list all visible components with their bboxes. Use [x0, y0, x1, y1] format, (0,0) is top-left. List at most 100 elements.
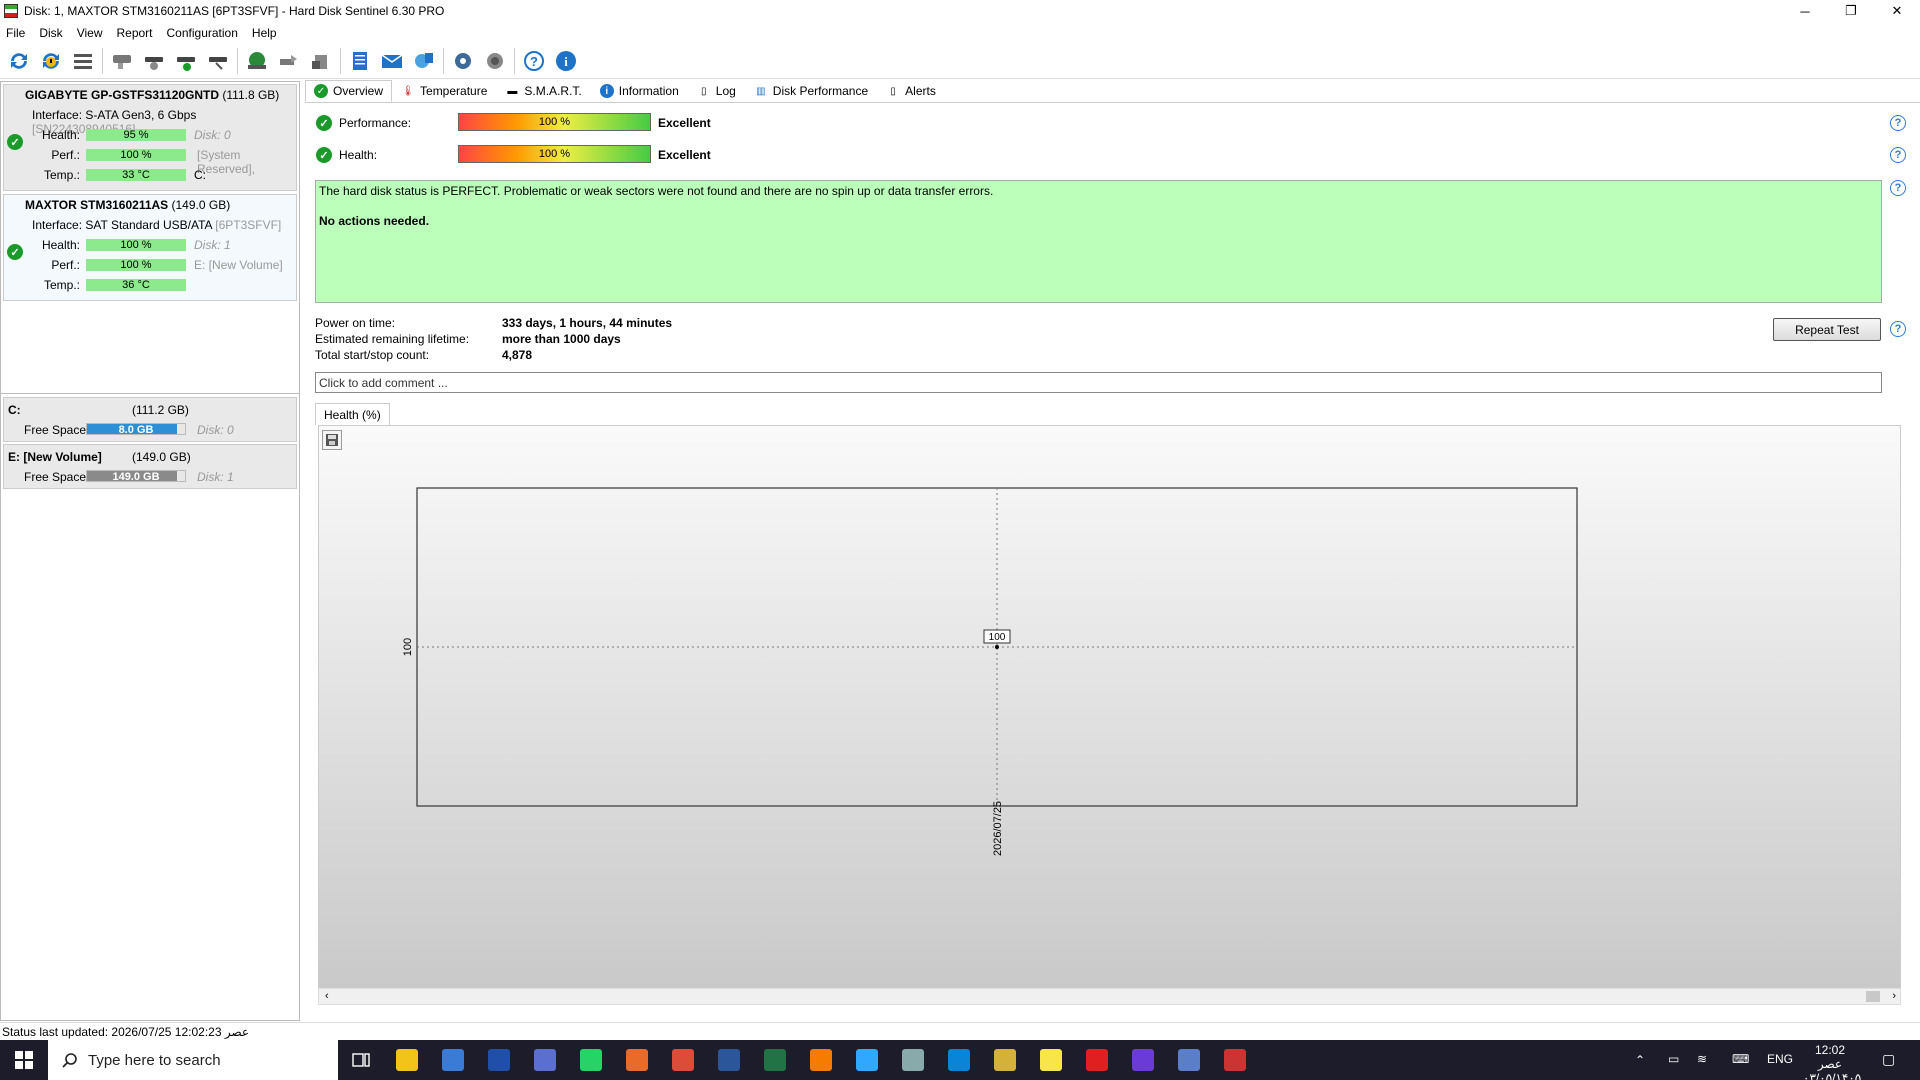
- disk-button-3[interactable]: [172, 47, 200, 75]
- remote-disk-icon: [280, 54, 297, 65]
- taskbar-app-5[interactable]: [614, 1040, 660, 1080]
- graph-scrollbar[interactable]: ‹ ›: [318, 988, 1901, 1005]
- health-rating: Excellent: [658, 148, 711, 162]
- disk-number: Disk: 1: [194, 238, 231, 252]
- taskbar-app-4[interactable]: [568, 1040, 614, 1080]
- report-button[interactable]: [346, 47, 374, 75]
- network-button[interactable]: [243, 47, 271, 75]
- taskbar-app-11[interactable]: [890, 1040, 936, 1080]
- app-icon: [856, 1049, 878, 1071]
- app-icon: [994, 1049, 1016, 1071]
- free-space-bar: 149.0 GB: [86, 470, 186, 483]
- taskbar-app-12[interactable]: [936, 1040, 982, 1080]
- taskbar-app-16[interactable]: [1120, 1040, 1166, 1080]
- network-icon[interactable]: ▭: [1668, 1052, 1679, 1066]
- help-icon[interactable]: ?: [1890, 115, 1906, 131]
- taskbar-app-1[interactable]: [430, 1040, 476, 1080]
- taskbar-app-6[interactable]: [660, 1040, 706, 1080]
- app-icon: [626, 1049, 648, 1071]
- comment-input[interactable]: Click to add comment ...: [315, 372, 1882, 393]
- menu-view[interactable]: View: [71, 26, 111, 40]
- status-description: The hard disk status is PERFECT. Problem…: [315, 180, 1882, 303]
- x-tick-label: 2026/07/25: [992, 801, 1004, 856]
- web-report-button[interactable]: [410, 47, 438, 75]
- disk-button-2[interactable]: [140, 47, 168, 75]
- tab-information[interactable]: i Information: [591, 80, 688, 102]
- scroll-left-arrow[interactable]: ‹: [325, 990, 329, 1002]
- taskbar-app-13[interactable]: [982, 1040, 1028, 1080]
- scroll-thumb[interactable]: [1866, 991, 1880, 1002]
- disk-card-0[interactable]: GIGABYTE GP-GSTFS31120GNTD (111.8 GB) In…: [3, 84, 297, 191]
- minimize-button[interactable]: ─: [1782, 0, 1828, 22]
- taskbar-app-0[interactable]: [384, 1040, 430, 1080]
- app-icon: [902, 1049, 924, 1071]
- tab-label: Information: [618, 84, 679, 98]
- app-icon: [488, 1049, 510, 1071]
- menu-report[interactable]: Report: [110, 26, 160, 40]
- performance-label: Performance:: [339, 116, 412, 130]
- task-view-button[interactable]: [338, 1040, 384, 1080]
- info-icon: i: [556, 50, 576, 71]
- taskbar-app-3[interactable]: [522, 1040, 568, 1080]
- window-controls: ─ ❐ ✕: [1782, 0, 1920, 22]
- menu-configuration[interactable]: Configuration: [161, 26, 246, 40]
- taskbar-apps: [384, 1040, 1258, 1080]
- help-icon: ?: [524, 50, 544, 71]
- email-button[interactable]: [378, 47, 406, 75]
- volume-card-c[interactable]: C: (111.2 GB) Free Space 8.0 GB Disk: 0: [3, 397, 297, 442]
- disk-list-button[interactable]: [69, 47, 97, 75]
- close-button[interactable]: ✕: [1874, 0, 1920, 22]
- menu-disk[interactable]: Disk: [33, 26, 70, 40]
- tab-alerts[interactable]: ▯ Alerts: [877, 80, 945, 102]
- maximize-button[interactable]: ❐: [1828, 0, 1874, 22]
- notification-icon[interactable]: ▢: [1882, 1051, 1895, 1068]
- chart-icon: ▥: [756, 85, 766, 97]
- language-indicator[interactable]: ENG: [1767, 1052, 1793, 1066]
- disk-button-4[interactable]: [204, 47, 232, 75]
- start-button[interactable]: [0, 1040, 48, 1080]
- disk-card-1[interactable]: MAXTOR STM3160211AS (149.0 GB) Interface…: [3, 194, 297, 301]
- taskbar-app-2[interactable]: [476, 1040, 522, 1080]
- graph-tab-health[interactable]: Health (%): [315, 403, 390, 425]
- taskbar-app-7[interactable]: [706, 1040, 752, 1080]
- tab-log[interactable]: ▯ Log: [688, 80, 745, 102]
- settings-button[interactable]: [449, 47, 477, 75]
- taskbar-app-10[interactable]: [844, 1040, 890, 1080]
- sound-button[interactable]: [481, 47, 509, 75]
- help-button[interactable]: ?: [520, 47, 548, 75]
- refresh-button[interactable]: [5, 47, 33, 75]
- volume-card-e[interactable]: E: [New Volume] (149.0 GB) Free Space 14…: [3, 444, 297, 489]
- taskbar-app-15[interactable]: [1074, 1040, 1120, 1080]
- tab-temperature[interactable]: 🌡 Temperature: [392, 80, 496, 102]
- disk-icon: [113, 54, 131, 69]
- taskbar-app-9[interactable]: [798, 1040, 844, 1080]
- help-icon[interactable]: ?: [1890, 321, 1906, 337]
- wifi-icon[interactable]: ≋: [1697, 1052, 1707, 1066]
- tab-label: Temperature: [420, 84, 488, 98]
- svg-text:?: ?: [530, 54, 538, 69]
- taskbar-app-18[interactable]: [1212, 1040, 1258, 1080]
- taskbar-search[interactable]: Type here to search: [48, 1040, 338, 1080]
- disk-button-1[interactable]: [108, 47, 136, 75]
- clock[interactable]: 12:02 عصر ۰۳/۰۵/۱۴۰۵: [1803, 1043, 1861, 1080]
- list-icon: [74, 53, 92, 69]
- performance-rating: Excellent: [658, 116, 711, 130]
- tab-overview[interactable]: ✓ Overview: [305, 80, 393, 102]
- taskbar-app-8[interactable]: [752, 1040, 798, 1080]
- backup-button[interactable]: [307, 47, 335, 75]
- keyboard-icon[interactable]: ⌨: [1732, 1052, 1749, 1066]
- menu-file[interactable]: File: [0, 26, 33, 40]
- menu-help[interactable]: Help: [246, 26, 285, 40]
- taskbar-app-17[interactable]: [1166, 1040, 1212, 1080]
- remote-button[interactable]: [275, 47, 303, 75]
- tab-smart[interactable]: ▬ S.M.A.R.T.: [496, 80, 590, 102]
- help-icon[interactable]: ?: [1890, 147, 1906, 163]
- show-hidden-icons[interactable]: ⌃: [1635, 1053, 1645, 1067]
- repeat-test-button[interactable]: Repeat Test: [1773, 318, 1881, 341]
- about-button[interactable]: i: [552, 47, 580, 75]
- taskbar-app-14[interactable]: [1028, 1040, 1074, 1080]
- tab-disk-performance[interactable]: ▥ Disk Performance: [745, 80, 877, 102]
- refresh-all-button[interactable]: [37, 47, 65, 75]
- scroll-right-arrow[interactable]: ›: [1892, 990, 1896, 1002]
- help-icon[interactable]: ?: [1890, 180, 1906, 196]
